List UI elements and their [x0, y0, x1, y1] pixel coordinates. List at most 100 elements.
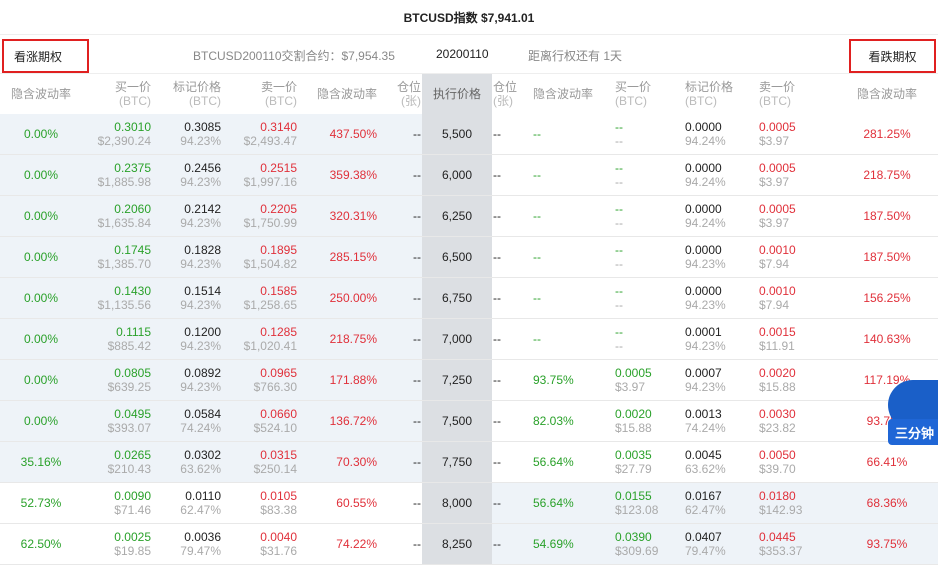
call-bid-cell[interactable]: 0.0090 $71.46	[82, 482, 152, 524]
put-iv2-cell[interactable]: 68.36%	[836, 482, 938, 524]
call-iv2-cell[interactable]: 74.22%	[298, 523, 378, 565]
call-pos-cell[interactable]: --	[378, 441, 422, 483]
call-iv2-cell[interactable]: 320.31%	[298, 195, 378, 237]
put-ask-cell[interactable]: 0.0180 $142.93	[758, 482, 836, 524]
put-ask-cell[interactable]: 0.0015 $11.91	[758, 318, 836, 360]
call-bid-cell[interactable]: 0.1745 $1,385.70	[82, 236, 152, 278]
put-options-tab[interactable]: 看跌期权	[849, 39, 936, 73]
put-iv-cell[interactable]: --	[532, 154, 614, 196]
call-bid-cell[interactable]: 0.0805 $639.25	[82, 359, 152, 401]
call-mark-cell[interactable]: 0.2456 94.23%	[152, 154, 222, 196]
call-pos-cell[interactable]: --	[378, 318, 422, 360]
put-iv-cell[interactable]: --	[532, 195, 614, 237]
call-pos-cell[interactable]: --	[378, 195, 422, 237]
call-ask-cell[interactable]: 0.0965 $766.30	[222, 359, 298, 401]
put-pos-cell[interactable]: --	[492, 236, 532, 278]
put-pos-cell[interactable]: --	[492, 154, 532, 196]
call-iv-cell[interactable]: 0.00%	[0, 236, 82, 278]
put-pos-cell[interactable]: --	[492, 359, 532, 401]
call-ask-cell[interactable]: 0.2515 $1,997.16	[222, 154, 298, 196]
put-ask-cell[interactable]: 0.0005 $3.97	[758, 154, 836, 196]
call-iv-cell[interactable]: 0.00%	[0, 195, 82, 237]
table-row[interactable]: 35.16% 0.0265 $210.43 0.0302 63.62% 0.0315 $25…	[0, 441, 938, 483]
call-bid-cell[interactable]: 0.0265 $210.43	[82, 441, 152, 483]
call-mark-cell[interactable]: 0.1828 94.23%	[152, 236, 222, 278]
call-mark-cell[interactable]: 0.0036 79.47%	[152, 523, 222, 565]
put-ask-cell[interactable]: 0.0005 $3.97	[758, 195, 836, 237]
put-ask-cell[interactable]: 0.0010 $7.94	[758, 236, 836, 278]
call-mark-cell[interactable]: 0.1514 94.23%	[152, 277, 222, 319]
put-mark-cell[interactable]: 0.0167 62.47%	[684, 482, 758, 524]
call-iv-cell[interactable]: 0.00%	[0, 114, 82, 155]
call-iv2-cell[interactable]: 437.50%	[298, 114, 378, 155]
call-ask-cell[interactable]: 0.0660 $524.10	[222, 400, 298, 442]
table-row[interactable]: 0.00% 0.2375 $1,885.98 0.2456 94.23% 0.2515 $1…	[0, 154, 938, 196]
call-pos-cell[interactable]: --	[378, 154, 422, 196]
call-mark-cell[interactable]: 0.3085 94.23%	[152, 114, 222, 155]
call-bid-cell[interactable]: 0.2060 $1,635.84	[82, 195, 152, 237]
expiry-date[interactable]: 20200110	[436, 47, 489, 61]
table-row[interactable]: 0.00% 0.1745 $1,385.70 0.1828 94.23% 0.1895 $1…	[0, 236, 938, 278]
put-mark-cell[interactable]: 0.0000 94.23%	[684, 236, 758, 278]
call-iv2-cell[interactable]: 136.72%	[298, 400, 378, 442]
call-bid-cell[interactable]: 0.3010 $2,390.24	[82, 114, 152, 155]
put-mark-cell[interactable]: 0.0407 79.47%	[684, 523, 758, 565]
put-pos-cell[interactable]: --	[492, 318, 532, 360]
put-bid-cell[interactable]: -- --	[614, 195, 684, 237]
put-mark-cell[interactable]: 0.0013 74.24%	[684, 400, 758, 442]
put-pos-cell[interactable]: --	[492, 195, 532, 237]
put-pos-cell[interactable]: --	[492, 114, 532, 155]
strike-cell[interactable]: 6,750	[422, 277, 492, 319]
call-pos-cell[interactable]: --	[378, 236, 422, 278]
put-bid-cell[interactable]: -- --	[614, 318, 684, 360]
put-ask-cell[interactable]: 0.0020 $15.88	[758, 359, 836, 401]
call-iv2-cell[interactable]: 70.30%	[298, 441, 378, 483]
call-ask-cell[interactable]: 0.1895 $1,504.82	[222, 236, 298, 278]
floating-help-button[interactable]: 三分钟	[888, 419, 938, 445]
call-pos-cell[interactable]: --	[378, 359, 422, 401]
put-mark-cell[interactable]: 0.0000 94.24%	[684, 154, 758, 196]
put-mark-cell[interactable]: 0.0000 94.23%	[684, 277, 758, 319]
call-bid-cell[interactable]: 0.0025 $19.85	[82, 523, 152, 565]
put-ask-cell[interactable]: 0.0010 $7.94	[758, 277, 836, 319]
put-iv2-cell[interactable]: 93.75%	[836, 523, 938, 565]
put-bid-cell[interactable]: -- --	[614, 236, 684, 278]
put-ask-cell[interactable]: 0.0005 $3.97	[758, 114, 836, 155]
call-iv-cell[interactable]: 0.00%	[0, 400, 82, 442]
table-row[interactable]: 0.00% 0.0495 $393.07 0.0584 74.24% 0.0660 $524…	[0, 400, 938, 442]
put-iv-cell[interactable]: 54.69%	[532, 523, 614, 565]
strike-cell[interactable]: 7,750	[422, 441, 492, 483]
strike-cell[interactable]: 5,500	[422, 114, 492, 155]
put-bid-cell[interactable]: -- --	[614, 154, 684, 196]
put-iv2-cell[interactable]: 187.50%	[836, 236, 938, 278]
call-iv-cell[interactable]: 62.50%	[0, 523, 82, 565]
call-iv-cell[interactable]: 0.00%	[0, 359, 82, 401]
call-mark-cell[interactable]: 0.1200 94.23%	[152, 318, 222, 360]
put-iv-cell[interactable]: 56.64%	[532, 441, 614, 483]
call-ask-cell[interactable]: 0.1285 $1,020.41	[222, 318, 298, 360]
call-iv-cell[interactable]: 0.00%	[0, 154, 82, 196]
call-iv2-cell[interactable]: 285.15%	[298, 236, 378, 278]
put-iv-cell[interactable]: --	[532, 318, 614, 360]
call-mark-cell[interactable]: 0.0110 62.47%	[152, 482, 222, 524]
call-pos-cell[interactable]: --	[378, 277, 422, 319]
table-row[interactable]: 62.50% 0.0025 $19.85 0.0036 79.47% 0.0040 $31.…	[0, 523, 938, 565]
put-iv-cell[interactable]: 93.75%	[532, 359, 614, 401]
call-iv-cell[interactable]: 52.73%	[0, 482, 82, 524]
table-row[interactable]: 0.00% 0.0805 $639.25 0.0892 94.23% 0.0965 $766…	[0, 359, 938, 401]
call-ask-cell[interactable]: 0.2205 $1,750.99	[222, 195, 298, 237]
put-bid-cell[interactable]: 0.0155 $123.08	[614, 482, 684, 524]
table-row[interactable]: 0.00% 0.1430 $1,135.56 0.1514 94.23% 0.1585 $1…	[0, 277, 938, 319]
put-mark-cell[interactable]: 0.0001 94.23%	[684, 318, 758, 360]
strike-cell[interactable]: 6,000	[422, 154, 492, 196]
table-row[interactable]: 0.00% 0.2060 $1,635.84 0.2142 94.23% 0.2205 $1…	[0, 195, 938, 237]
call-ask-cell[interactable]: 0.0105 $83.38	[222, 482, 298, 524]
call-ask-cell[interactable]: 0.1585 $1,258.65	[222, 277, 298, 319]
put-pos-cell[interactable]: --	[492, 482, 532, 524]
put-iv-cell[interactable]: --	[532, 236, 614, 278]
put-mark-cell[interactable]: 0.0000 94.24%	[684, 195, 758, 237]
call-iv2-cell[interactable]: 171.88%	[298, 359, 378, 401]
strike-cell[interactable]: 7,500	[422, 400, 492, 442]
call-bid-cell[interactable]: 0.0495 $393.07	[82, 400, 152, 442]
strike-cell[interactable]: 8,250	[422, 523, 492, 565]
